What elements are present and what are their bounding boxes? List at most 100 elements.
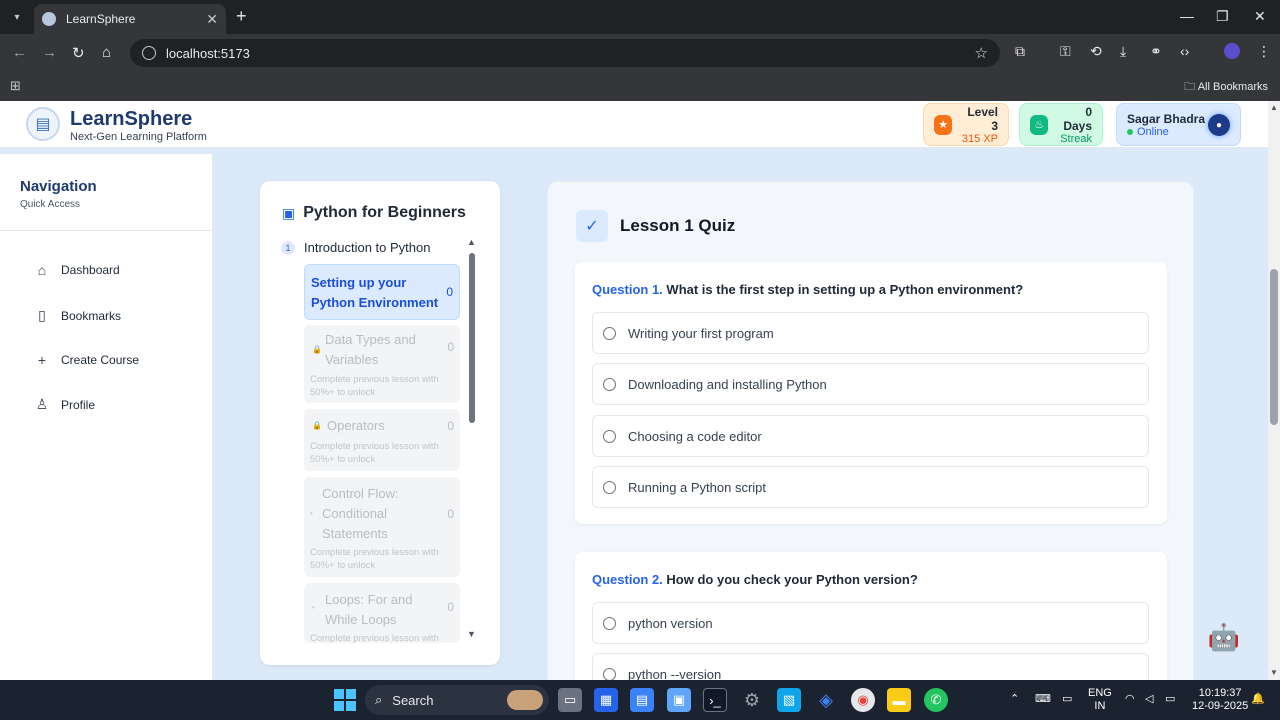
sidebar-item-profile[interactable]: ♙ Profile bbox=[34, 396, 95, 413]
sidebar-item-label: Profile bbox=[61, 397, 96, 412]
history-icon[interactable]: ⟲ bbox=[1090, 43, 1102, 60]
radio-button[interactable] bbox=[603, 429, 616, 443]
menu-icon[interactable]: ⋮ bbox=[1257, 43, 1271, 60]
scrollbar-thumb[interactable] bbox=[1270, 269, 1278, 425]
file-explorer-icon[interactable]: ▬ bbox=[887, 688, 911, 712]
back-icon[interactable]: ← bbox=[12, 44, 27, 61]
question-number: Question 1. bbox=[592, 282, 663, 297]
question-card: Question 2. How do you check your Python… bbox=[575, 552, 1167, 680]
clock[interactable]: 10:19:37 12-09-2025 bbox=[1192, 687, 1248, 713]
sidebar-item-bookmarks[interactable]: ▯ Bookmarks bbox=[34, 307, 121, 324]
sidebar-item-label: Bookmarks bbox=[61, 308, 122, 323]
display-icon[interactable]: ▭ bbox=[1062, 693, 1072, 706]
whatsapp-app-icon[interactable]: ✆ bbox=[924, 688, 948, 712]
scroll-up-arrow-icon[interactable]: ▲ bbox=[1270, 103, 1278, 112]
avatar[interactable]: ● bbox=[1208, 114, 1230, 136]
start-windows-icon[interactable] bbox=[334, 689, 356, 711]
address-bar[interactable]: localhost:5173 ☆ bbox=[130, 39, 1000, 67]
volume-icon[interactable]: ◁ bbox=[1145, 693, 1153, 706]
minimize-button[interactable]: — bbox=[1180, 8, 1194, 24]
module-title[interactable]: Introduction to Python bbox=[304, 240, 430, 255]
close-tab-icon[interactable]: ✕ bbox=[206, 11, 218, 28]
unlock-note: Complete previous lesson with bbox=[310, 441, 439, 452]
answer-option[interactable]: python --version bbox=[592, 653, 1149, 680]
scroll-down-arrow-icon[interactable]: ▼ bbox=[1270, 668, 1278, 677]
radio-button[interactable] bbox=[603, 616, 616, 630]
password-key-icon[interactable]: ⚿ bbox=[1060, 43, 1071, 60]
home-icon[interactable]: ⌂ bbox=[102, 44, 111, 61]
option-label: python --version bbox=[628, 666, 722, 681]
language-indicator[interactable]: ENG IN bbox=[1088, 687, 1112, 713]
reload-icon[interactable]: ↻ bbox=[72, 44, 85, 62]
lesson-name-line: Variables bbox=[325, 352, 379, 367]
battery-icon[interactable]: ▭ bbox=[1165, 693, 1175, 706]
chrome-app-icon[interactable]: ◉ bbox=[851, 688, 875, 712]
maximize-button[interactable]: ❐ bbox=[1216, 8, 1229, 25]
outline-scrollbar[interactable] bbox=[469, 253, 475, 423]
vscode-app-icon[interactable]: ◈ bbox=[814, 688, 838, 712]
calculator-app-icon[interactable]: ▤ bbox=[630, 688, 654, 712]
tray-chevron-icon[interactable]: ⌃ bbox=[1010, 693, 1019, 706]
answer-option[interactable]: Running a Python script bbox=[592, 466, 1149, 508]
settings-gear-icon[interactable]: ⚙ bbox=[740, 688, 764, 712]
answer-option[interactable]: Choosing a code editor bbox=[592, 415, 1149, 457]
lesson-count: 0 bbox=[447, 340, 454, 354]
user-name: Sagar Bhadra bbox=[1127, 111, 1206, 126]
scroll-up-arrow-icon[interactable]: ▲ bbox=[467, 237, 476, 247]
lesson-count: 0 bbox=[447, 507, 454, 521]
terminal-app-icon[interactable]: ›_ bbox=[703, 688, 727, 712]
answer-option[interactable]: python version bbox=[592, 602, 1149, 644]
extensions-icon[interactable]: ⧉ bbox=[1015, 43, 1025, 60]
keyboard-icon[interactable]: ⌨ bbox=[1035, 693, 1051, 706]
lesson-name-line: Control Flow: bbox=[322, 486, 399, 501]
download-icon[interactable]: ⤓ bbox=[1120, 43, 1126, 60]
sidebar-item-dashboard[interactable]: ⌂ Dashboard bbox=[34, 262, 120, 278]
forward-icon[interactable]: → bbox=[42, 44, 57, 61]
calendar-app-icon[interactable]: ▦ bbox=[594, 688, 618, 712]
answer-option[interactable]: Writing your first program bbox=[592, 312, 1149, 354]
course-title-text: Python for Beginners bbox=[303, 204, 466, 221]
brand-name[interactable]: LearnSphere bbox=[70, 108, 192, 131]
radio-button[interactable] bbox=[603, 480, 616, 494]
streak-label: 0 Days bbox=[1063, 104, 1092, 133]
chatbot-robot-icon[interactable]: 🤖 bbox=[1203, 616, 1245, 658]
sidebar-item-create-course[interactable]: + Create Course bbox=[34, 352, 139, 368]
radio-button[interactable] bbox=[603, 326, 616, 340]
online-dot-icon bbox=[1127, 128, 1133, 135]
user-menu[interactable]: Sagar Bhadra Online ● bbox=[1116, 103, 1241, 146]
unlock-note: Complete previous lesson with bbox=[310, 374, 439, 385]
lesson-name-line: While Loops bbox=[325, 612, 397, 627]
radio-button[interactable] bbox=[603, 667, 616, 680]
radio-button[interactable] bbox=[603, 377, 616, 391]
lesson-count: 0 bbox=[446, 285, 453, 299]
answer-option[interactable]: Downloading and installing Python bbox=[592, 363, 1149, 405]
page-scrollbar[interactable]: ▲ ▼ bbox=[1268, 101, 1280, 680]
search-icon: ⌕ bbox=[375, 692, 383, 707]
taskbar: ⌕ Search ▭ ▦ ▤ ▣ ›_ ⚙ ▧ ◈ ◉ ▬ ✆ ⌃ ⌨ ▭ EN… bbox=[0, 680, 1280, 720]
apps-grid-icon[interactable]: ⊞ bbox=[10, 78, 21, 94]
taskbar-search[interactable]: ⌕ Search bbox=[365, 685, 549, 715]
devtools-icon[interactable]: ‹› bbox=[1180, 43, 1189, 59]
lesson-item-active[interactable]: Setting up your Python Environment 0 bbox=[304, 264, 460, 320]
logo-icon[interactable]: ▤ bbox=[26, 107, 60, 141]
store-app-icon[interactable]: ▧ bbox=[777, 688, 801, 712]
tab-search-button[interactable]: ▾ bbox=[8, 8, 26, 26]
lock-icon: • bbox=[312, 603, 315, 612]
profile-avatar-icon[interactable] bbox=[1224, 43, 1240, 59]
site-info-icon[interactable] bbox=[142, 46, 156, 60]
scroll-down-arrow-icon[interactable]: ▼ bbox=[467, 629, 476, 639]
lesson-item-locked: • Loops: For and While Loops 0 Complete … bbox=[304, 583, 460, 644]
task-view-icon[interactable]: ▭ bbox=[558, 688, 582, 712]
link-icon[interactable]: ⚭ bbox=[1150, 43, 1162, 60]
browser-tab[interactable]: LearnSphere ✕ bbox=[34, 4, 226, 34]
home-icon: ⌂ bbox=[37, 262, 47, 278]
wifi-icon[interactable]: ◠ bbox=[1125, 693, 1135, 706]
notification-bell-icon[interactable]: 🔔 bbox=[1251, 693, 1265, 706]
question-prompt: How do you check your Python version? bbox=[666, 572, 918, 587]
control-panel-icon[interactable]: ▣ bbox=[667, 688, 691, 712]
close-window-button[interactable]: ✕ bbox=[1254, 8, 1266, 25]
option-label: Downloading and installing Python bbox=[628, 376, 827, 392]
new-tab-button[interactable]: + bbox=[236, 6, 247, 27]
bookmark-star-icon[interactable]: ☆ bbox=[975, 44, 988, 62]
all-bookmarks[interactable]: 🗀 All Bookmarks bbox=[1184, 78, 1268, 97]
